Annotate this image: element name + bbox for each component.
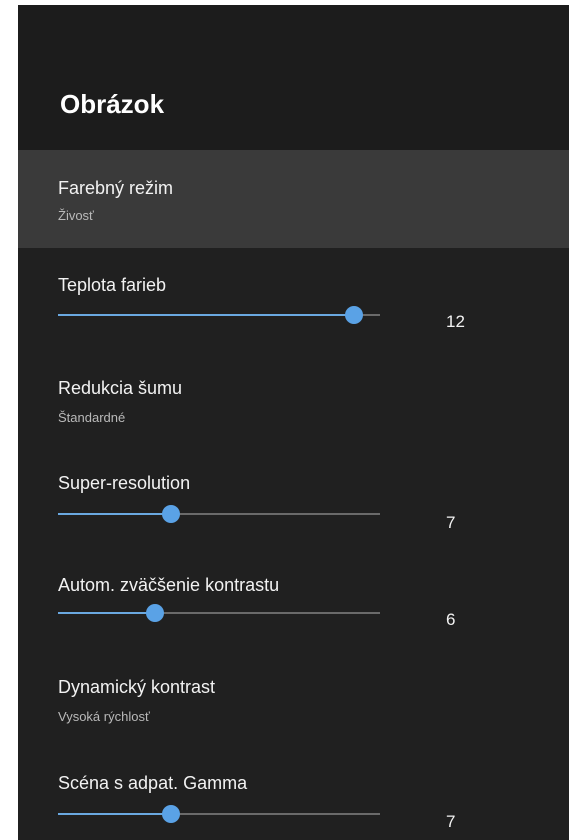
header: Obrázok: [18, 5, 569, 153]
slider-fill: [58, 513, 171, 515]
slider-fill: [58, 314, 355, 316]
kontrast-slider[interactable]: [58, 604, 380, 622]
setting-number: 6: [446, 610, 456, 629]
page-title: Obrázok: [60, 89, 165, 119]
setting-super-resolution[interactable]: Super-resolution 7: [18, 453, 569, 553]
setting-label: Teplota farieb: [58, 275, 167, 295]
setting-teplota-farieb[interactable]: Teplota farieb 12: [18, 248, 569, 348]
setting-autom-kontrast[interactable]: Autom. zväčšenie kontrastu 6: [18, 553, 569, 653]
setting-dynamicky-kontrast[interactable]: Dynamický kontrast Vysoká rýchlosť: [18, 653, 569, 758]
super-resolution-slider[interactable]: [58, 505, 380, 523]
slider-thumb[interactable]: [345, 306, 364, 324]
gamma-slider[interactable]: [58, 805, 380, 823]
setting-label: Super-resolution: [58, 473, 191, 493]
slider-thumb[interactable]: [161, 505, 180, 523]
slider-fill: [58, 612, 155, 614]
setting-number: 12: [446, 312, 465, 331]
setting-farebny-rezim[interactable]: Farebný režim Živosť: [18, 150, 569, 248]
setting-number: 7: [446, 812, 456, 831]
setting-redukcia-sumu[interactable]: Redukcia šumu Štandardné: [18, 348, 569, 453]
setting-label: Redukcia šumu: [58, 378, 183, 398]
setting-value-text: Živosť: [58, 208, 94, 223]
setting-value-text: Štandardné: [58, 410, 126, 425]
setting-label: Farebný režim: [58, 178, 174, 198]
settings-panel: Obrázok Farebný režim Živosť Teplota far…: [18, 5, 569, 840]
slider-thumb[interactable]: [145, 604, 164, 622]
setting-label: Autom. zväčšenie kontrastu: [58, 575, 280, 595]
setting-number: 7: [446, 513, 456, 532]
setting-value-text: Vysoká rýchlosť: [58, 709, 150, 724]
setting-label: Scéna s adpat. Gamma: [58, 773, 248, 793]
setting-scena-gamma[interactable]: Scéna s adpat. Gamma 7: [18, 758, 569, 840]
teplota-slider[interactable]: [58, 306, 380, 324]
setting-label: Dynamický kontrast: [58, 677, 216, 697]
slider-thumb[interactable]: [161, 805, 180, 823]
slider-fill: [58, 813, 171, 815]
